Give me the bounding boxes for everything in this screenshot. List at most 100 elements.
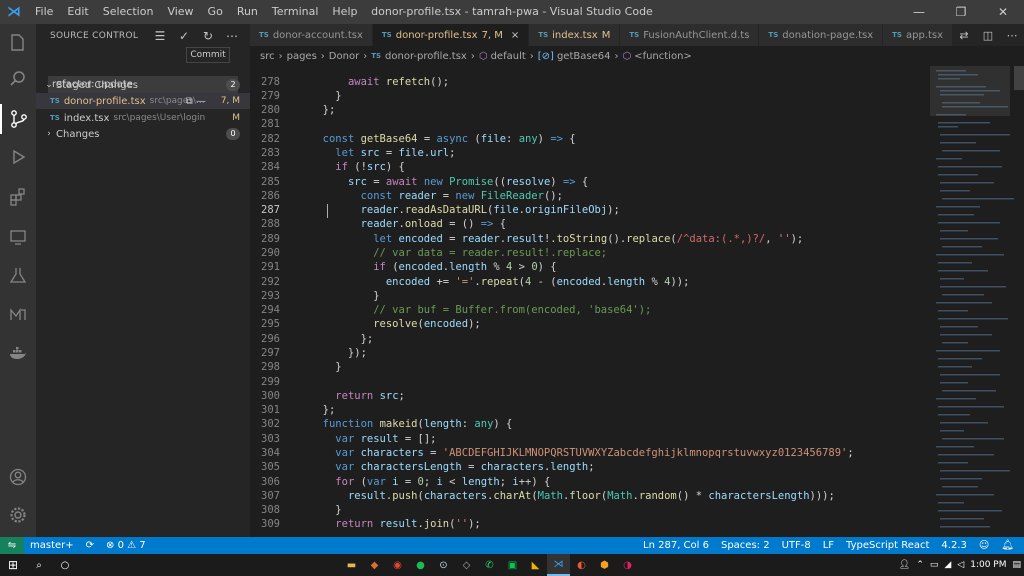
- notifications-bell-icon[interactable]: 🔔︎: [995, 540, 1020, 551]
- code-line: 279 }: [261, 90, 342, 102]
- breadcrumb-function[interactable]: <function>: [634, 51, 692, 62]
- code-line: 299: [261, 376, 280, 388]
- menu-view[interactable]: View: [160, 0, 200, 24]
- commit-check-icon[interactable]: ✓: [172, 29, 196, 43]
- view-as-tree-icon[interactable]: ☰: [148, 29, 172, 43]
- tab-label: app.tsx: [905, 29, 944, 41]
- breadcrumb-pages[interactable]: pages: [287, 51, 317, 62]
- code-line: 291 if (encoded.length % 4 > 0) {: [261, 261, 557, 273]
- windows-start-icon[interactable]: ⊞: [0, 554, 26, 576]
- breadcrumb-getbase64[interactable]: getBase64: [557, 51, 611, 62]
- breadcrumb-default[interactable]: default: [491, 51, 526, 62]
- indentation[interactable]: Spaces: 2: [715, 540, 776, 551]
- close-tab-icon[interactable]: ×: [511, 30, 519, 41]
- close-window-button[interactable]: ✕: [982, 0, 1024, 24]
- tab-donation-page[interactable]: TS donation-page.tsx: [759, 24, 884, 46]
- network-icon[interactable]: ◢: [941, 560, 954, 570]
- steam-icon[interactable]: ⊙: [432, 554, 455, 576]
- app-icon[interactable]: ◆: [363, 554, 386, 576]
- feedback-icon[interactable]: ☺: [973, 540, 995, 551]
- open-changes-icon[interactable]: ⇄: [952, 29, 976, 42]
- breadcrumb-file[interactable]: donor-profile.tsx: [385, 51, 467, 62]
- whatsapp-icon[interactable]: ✆: [478, 554, 501, 576]
- line-icon[interactable]: ▣: [501, 554, 524, 576]
- tab-index[interactable]: TS index.tsx M: [529, 24, 621, 46]
- git-branch[interactable]: master+: [24, 540, 80, 551]
- refresh-icon[interactable]: ↻: [196, 29, 220, 43]
- code-editor[interactable]: 278 await refetch(); 279 } 280 }; 281 28…: [250, 66, 930, 537]
- minimize-button[interactable]: —: [898, 0, 940, 24]
- app-icon[interactable]: ⬢: [593, 554, 616, 576]
- staged-file-index[interactable]: TS index.tsx src\pages\User\login M: [36, 110, 250, 126]
- file-explorer-icon[interactable]: ▬: [340, 554, 363, 576]
- remote-explorer-icon[interactable]: [0, 222, 36, 252]
- search-icon[interactable]: [0, 64, 36, 94]
- people-icon[interactable]: 👤︎: [896, 560, 913, 570]
- sync-icon[interactable]: ⟳: [80, 540, 100, 551]
- settings-gear-icon[interactable]: [0, 500, 36, 530]
- app-icon[interactable]: ◐: [570, 554, 593, 576]
- split-editor-icon[interactable]: ◫: [976, 29, 1000, 42]
- sublime-icon[interactable]: ◣: [524, 554, 547, 576]
- more-actions-icon[interactable]: ⋯: [1000, 29, 1024, 42]
- action-center-icon[interactable]: ▤: [1009, 560, 1024, 570]
- ts-version[interactable]: 4.2.3: [935, 540, 972, 551]
- run-debug-icon[interactable]: [0, 142, 36, 172]
- source-control-panel: SOURCE CONTROL ☰ ✓ ↻ ⋯ refactor: update …: [36, 24, 250, 537]
- commit-tooltip: Commit: [186, 47, 230, 63]
- breadcrumb: src › pages › Donor › TS donor-profile.tsx ›…: [250, 46, 1024, 66]
- problems-indicator[interactable]: ⊗ 0 ⚠ 7: [100, 540, 152, 551]
- app-icon[interactable]: ◇: [455, 554, 478, 576]
- app-icon[interactable]: ◑: [616, 554, 639, 576]
- cursor-position[interactable]: Ln 287, Col 6: [637, 540, 715, 551]
- codetour-icon[interactable]: [0, 300, 36, 330]
- volume-icon[interactable]: ◁: [954, 560, 967, 570]
- source-control-icon[interactable]: [0, 104, 36, 134]
- more-actions-icon[interactable]: ⋯: [220, 29, 244, 43]
- cortana-icon[interactable]: ○: [52, 554, 78, 576]
- menu-run[interactable]: Run: [230, 0, 265, 24]
- menu-terminal[interactable]: Terminal: [265, 0, 326, 24]
- minimap-slider[interactable]: [930, 66, 1010, 116]
- open-file-icon[interactable]: ⧉ —: [186, 96, 206, 107]
- docker-icon[interactable]: [0, 338, 36, 368]
- typescript-file-icon: TS: [538, 31, 549, 39]
- remote-indicator-icon[interactable]: ⇋: [0, 537, 24, 554]
- tab-donor-account[interactable]: TS donor-account.tsx: [250, 24, 373, 46]
- menu-help[interactable]: Help: [325, 0, 364, 24]
- clock[interactable]: 1:00 PM: [967, 560, 1009, 570]
- language-mode[interactable]: TypeScript React: [840, 540, 935, 551]
- code-line: 278 await refetch();: [261, 76, 450, 88]
- breadcrumb-src[interactable]: src: [260, 51, 275, 62]
- menu-file[interactable]: File: [28, 0, 60, 24]
- vertical-scrollbar[interactable]: [1014, 66, 1024, 90]
- menu-go[interactable]: Go: [201, 0, 230, 24]
- typescript-file-icon: TS: [768, 31, 779, 39]
- staged-file-donor-profile[interactable]: TS donor-profile.tsx src\pages\... ⧉ — 7…: [36, 93, 250, 109]
- restore-button[interactable]: ❐: [940, 0, 982, 24]
- changes-group[interactable]: › Changes 0: [36, 126, 250, 142]
- menu-selection[interactable]: Selection: [96, 0, 161, 24]
- accounts-icon[interactable]: [0, 462, 36, 492]
- encoding[interactable]: UTF-8: [776, 540, 817, 551]
- breadcrumb-donor[interactable]: Donor: [329, 51, 359, 62]
- show-hidden-icons-icon[interactable]: ⌃: [913, 560, 927, 570]
- tab-fusionauthclient[interactable]: TS FusionAuthClient.d.ts: [620, 24, 760, 46]
- chrome-icon[interactable]: ◉: [386, 554, 409, 576]
- testing-flask-icon[interactable]: [0, 260, 36, 290]
- search-icon[interactable]: ⌕: [26, 554, 52, 576]
- tab-donor-profile[interactable]: TS donor-profile.tsx 7, M ×: [372, 24, 530, 46]
- vscode-taskbar-icon[interactable]: ⋊: [547, 554, 570, 576]
- menu-edit[interactable]: Edit: [60, 0, 95, 24]
- tab-label: index.tsx: [552, 29, 598, 41]
- line-ending[interactable]: LF: [817, 540, 840, 551]
- vscode-logo-icon[interactable]: ⋊: [0, 0, 28, 24]
- extensions-icon[interactable]: [0, 182, 36, 212]
- tab-app[interactable]: TS app.tsx: [883, 24, 954, 46]
- staged-changes-group[interactable]: ⌄ Staged Changes 2: [36, 77, 250, 93]
- battery-icon[interactable]: ▭: [927, 560, 942, 570]
- minimap[interactable]: [930, 66, 1024, 537]
- explorer-icon[interactable]: [0, 28, 36, 58]
- file-name: index.tsx: [63, 112, 110, 124]
- spotify-icon[interactable]: ●: [409, 554, 432, 576]
